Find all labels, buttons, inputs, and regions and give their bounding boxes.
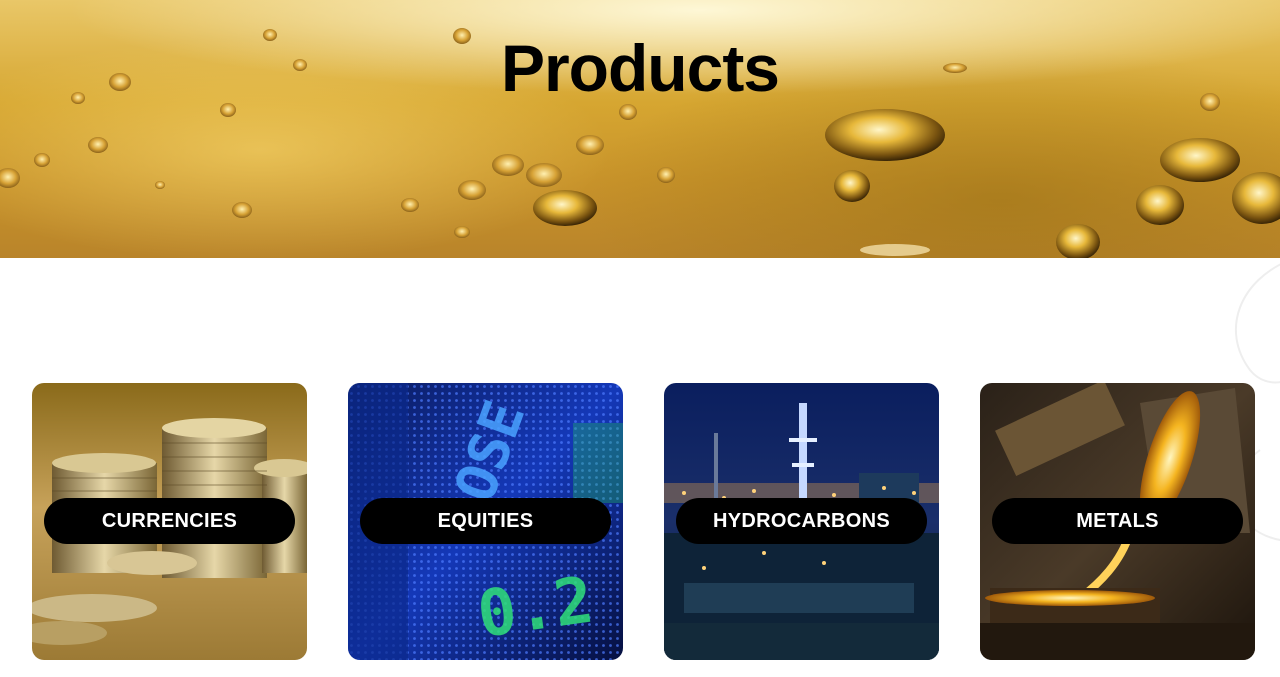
product-card-hydrocarbons[interactable]: HYDROCARBONS: [664, 383, 939, 660]
product-label-hydrocarbons: HYDROCARBONS: [676, 498, 927, 544]
product-card-equities[interactable]: OSE 0.2 EQUITIES: [348, 383, 623, 660]
product-label-currencies: CURRENCIES: [44, 498, 295, 544]
product-label-metals: METALS: [992, 498, 1243, 544]
product-card-currencies[interactable]: CURRENCIES: [32, 383, 307, 660]
product-cards: CURRENCIES OSE 0.2 EQUITIES HYDROCARBONS…: [0, 383, 1280, 660]
hero-banner: Products: [0, 0, 1280, 258]
product-card-metals[interactable]: METALS: [980, 383, 1255, 660]
product-label-equities: EQUITIES: [360, 498, 611, 544]
page-title: Products: [500, 31, 780, 105]
